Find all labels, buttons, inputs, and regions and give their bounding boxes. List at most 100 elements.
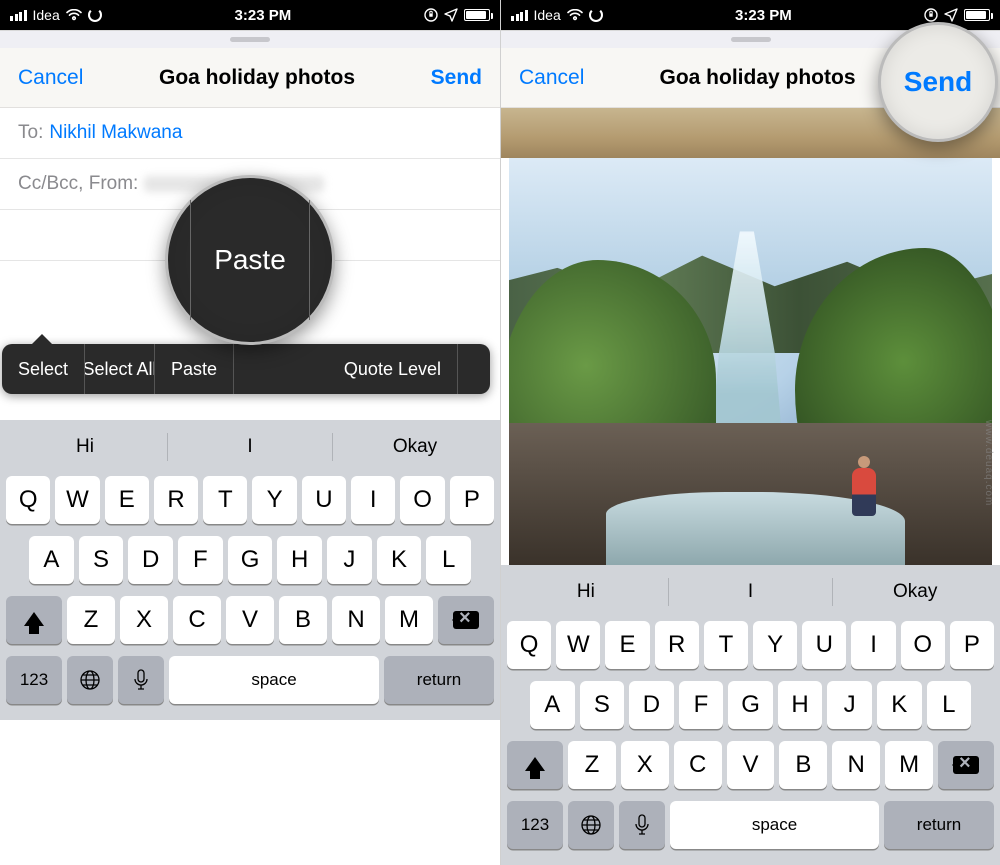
key-l[interactable]: L (927, 681, 972, 729)
key-u[interactable]: U (302, 476, 346, 524)
suggestion-2[interactable]: I (168, 436, 332, 458)
send-button[interactable]: Send (431, 66, 482, 90)
key-backspace[interactable] (438, 596, 494, 644)
key-t[interactable]: T (203, 476, 247, 524)
key-d[interactable]: D (629, 681, 674, 729)
watermark: www.deuaq.com (983, 420, 994, 506)
suggestion-1[interactable]: Hi (3, 436, 167, 458)
menu-paste[interactable]: Paste (155, 344, 234, 394)
key-return[interactable]: return (384, 656, 494, 704)
key-w[interactable]: W (55, 476, 99, 524)
key-p[interactable]: P (950, 621, 994, 669)
to-recipient[interactable]: Nikhil Makwana (49, 122, 182, 144)
key-h[interactable]: H (277, 536, 322, 584)
suggestion-3[interactable]: Okay (833, 581, 997, 603)
shift-icon (525, 747, 545, 771)
key-shift[interactable] (507, 741, 563, 789)
key-mic[interactable] (118, 656, 164, 704)
carrier-label: Idea (33, 7, 60, 23)
key-m[interactable]: M (885, 741, 933, 789)
to-field-row[interactable]: To: Nikhil Makwana (0, 108, 500, 159)
shift-icon (24, 602, 44, 626)
key-g[interactable]: G (728, 681, 773, 729)
key-s[interactable]: S (580, 681, 625, 729)
key-e[interactable]: E (105, 476, 149, 524)
key-b[interactable]: B (279, 596, 327, 644)
location-icon (444, 8, 458, 22)
key-q[interactable]: Q (6, 476, 50, 524)
sheet-grabber[interactable] (0, 30, 500, 48)
loading-spinner-icon (88, 8, 102, 22)
key-n[interactable]: N (332, 596, 380, 644)
menu-quote-level[interactable]: Quote Level (234, 344, 458, 394)
key-e[interactable]: E (605, 621, 649, 669)
key-z[interactable]: Z (67, 596, 115, 644)
key-backspace[interactable] (938, 741, 994, 789)
key-return[interactable]: return (884, 801, 994, 849)
suggestion-1[interactable]: Hi (504, 581, 668, 603)
key-n[interactable]: N (832, 741, 880, 789)
key-numbers[interactable]: 123 (507, 801, 563, 849)
key-mic[interactable] (619, 801, 665, 849)
cancel-button[interactable]: Cancel (18, 66, 83, 90)
key-u[interactable]: U (802, 621, 846, 669)
key-i[interactable]: I (851, 621, 895, 669)
ccbcc-from-label: Cc/Bcc, From: (18, 173, 138, 195)
key-j[interactable]: J (327, 536, 372, 584)
loading-spinner-icon (589, 8, 603, 22)
key-c[interactable]: C (173, 596, 221, 644)
key-globe[interactable] (67, 656, 113, 704)
key-t[interactable]: T (704, 621, 748, 669)
suggestion-3[interactable]: Okay (333, 436, 497, 458)
key-space[interactable]: space (169, 656, 379, 704)
key-g[interactable]: G (228, 536, 273, 584)
key-shift[interactable] (6, 596, 62, 644)
key-y[interactable]: Y (252, 476, 296, 524)
key-z[interactable]: Z (568, 741, 616, 789)
key-r[interactable]: R (655, 621, 699, 669)
key-m[interactable]: M (385, 596, 433, 644)
key-globe[interactable] (568, 801, 614, 849)
key-r[interactable]: R (154, 476, 198, 524)
phone-right: Idea 3:23 PM Cancel Goa holiday photos S… (500, 0, 1000, 865)
key-a[interactable]: A (29, 536, 74, 584)
key-o[interactable]: O (400, 476, 444, 524)
key-f[interactable]: F (178, 536, 223, 584)
mail-body-with-photos[interactable] (501, 108, 1000, 565)
key-c[interactable]: C (674, 741, 722, 789)
key-space[interactable]: space (670, 801, 879, 849)
key-row-4: 123 space return (3, 656, 497, 704)
key-y[interactable]: Y (753, 621, 797, 669)
key-s[interactable]: S (79, 536, 124, 584)
key-a[interactable]: A (530, 681, 575, 729)
phone-left: Idea 3:23 PM Cancel Goa holiday photos S… (0, 0, 500, 865)
key-k[interactable]: K (377, 536, 422, 584)
key-j[interactable]: J (827, 681, 872, 729)
key-x[interactable]: X (120, 596, 168, 644)
globe-icon (580, 814, 602, 836)
key-f[interactable]: F (679, 681, 724, 729)
key-i[interactable]: I (351, 476, 395, 524)
key-numbers[interactable]: 123 (6, 656, 62, 704)
menu-more-arrow[interactable] (458, 344, 490, 394)
key-q[interactable]: Q (507, 621, 551, 669)
menu-select-all[interactable]: Select All (85, 344, 155, 394)
key-o[interactable]: O (901, 621, 945, 669)
key-p[interactable]: P (450, 476, 494, 524)
mail-subject-title: Goa holiday photos (660, 66, 856, 90)
key-d[interactable]: D (128, 536, 173, 584)
suggestion-2[interactable]: I (669, 581, 833, 603)
paste-highlight-label: Paste (214, 244, 286, 276)
cancel-button[interactable]: Cancel (519, 66, 584, 90)
paste-highlight-circle: Paste (165, 175, 335, 345)
pasted-photo-2 (509, 158, 992, 565)
key-v[interactable]: V (226, 596, 274, 644)
key-w[interactable]: W (556, 621, 600, 669)
key-v[interactable]: V (727, 741, 775, 789)
key-k[interactable]: K (877, 681, 922, 729)
key-l[interactable]: L (426, 536, 471, 584)
menu-select[interactable]: Select (2, 344, 85, 394)
key-b[interactable]: B (779, 741, 827, 789)
key-h[interactable]: H (778, 681, 823, 729)
key-x[interactable]: X (621, 741, 669, 789)
